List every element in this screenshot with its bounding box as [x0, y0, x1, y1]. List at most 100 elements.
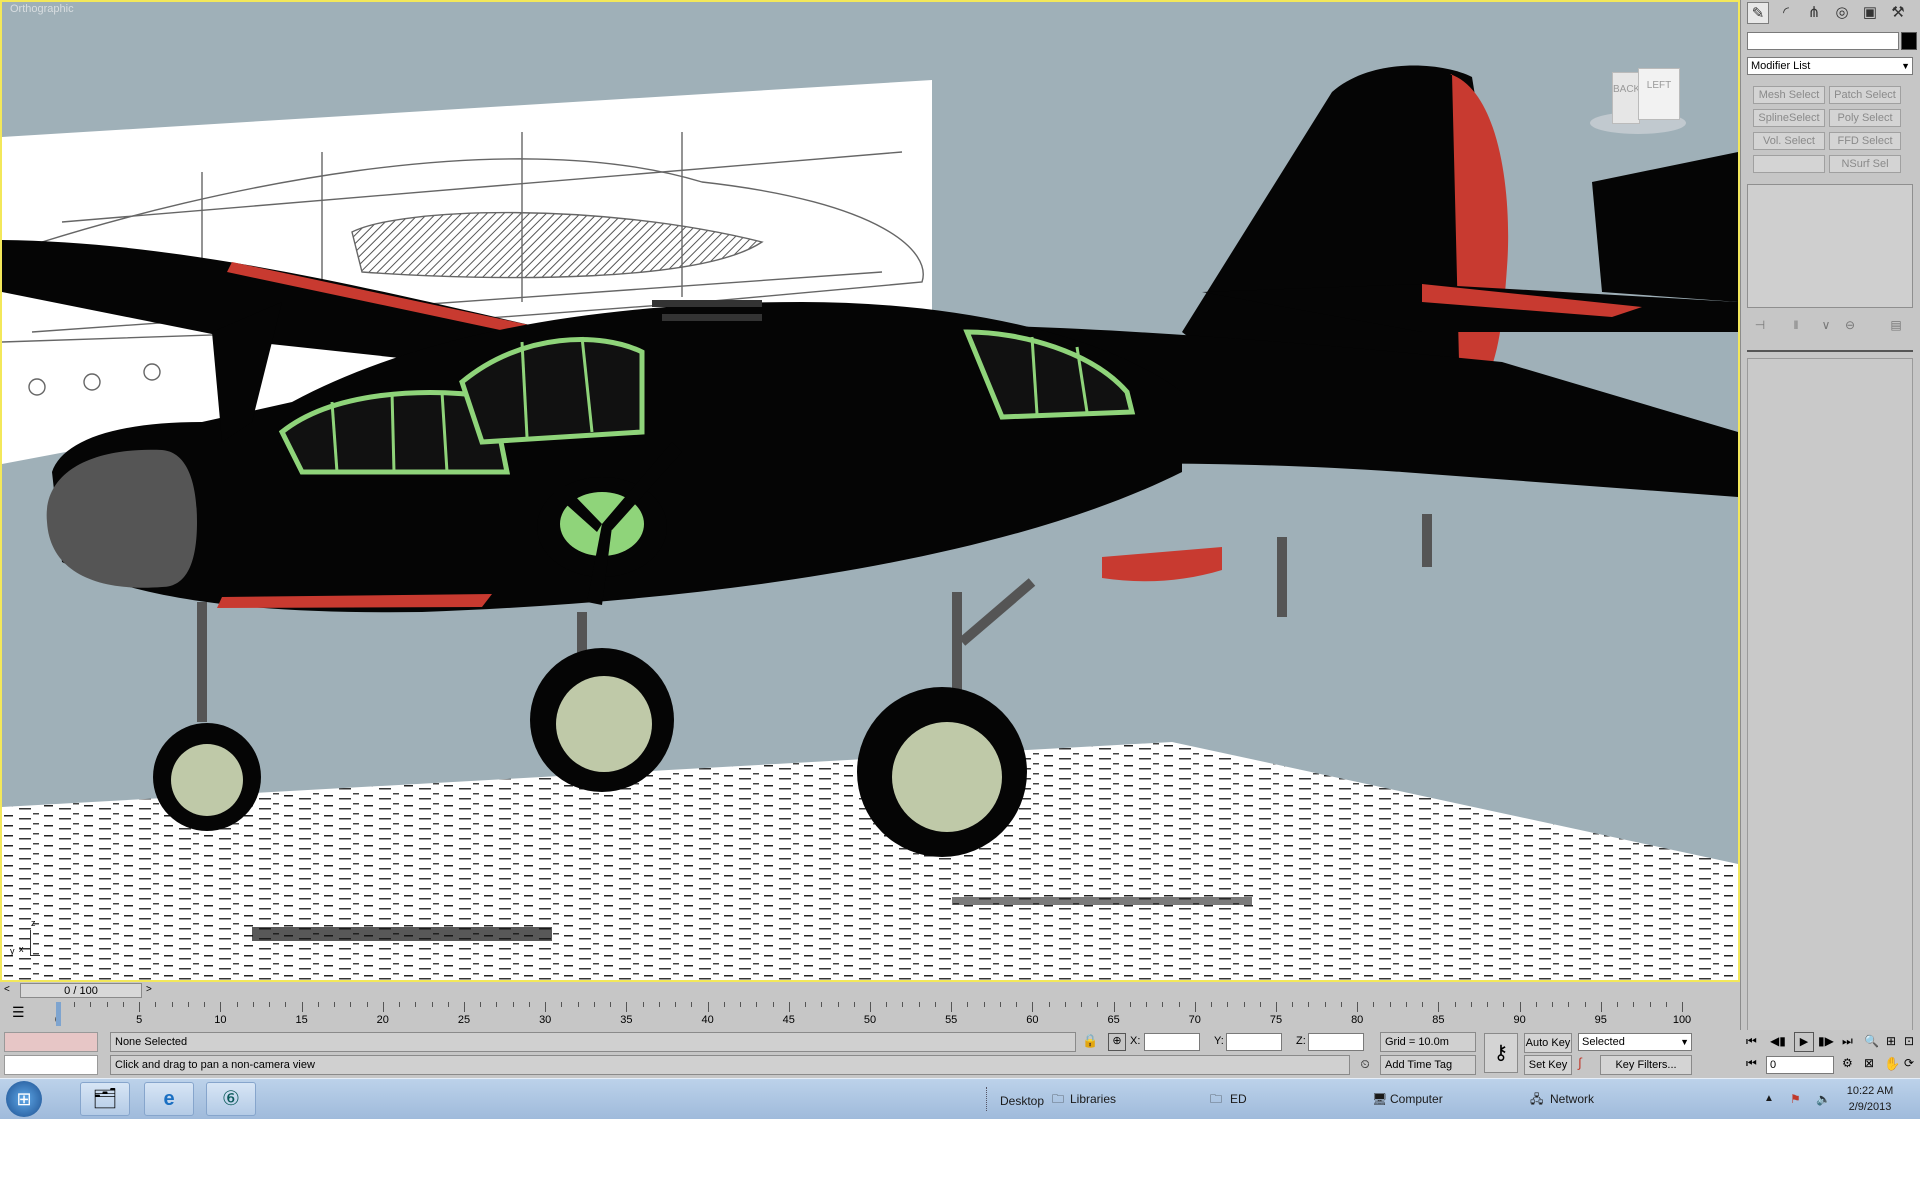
play-icon[interactable]: ▶	[1794, 1032, 1814, 1052]
selection-status: None Selected	[110, 1032, 1076, 1052]
configure-modifier-sets-icon[interactable]: ▤	[1887, 316, 1905, 334]
volume-icon[interactable]: 🔈	[1816, 1079, 1831, 1119]
poly-select-button[interactable]: Poly Select	[1829, 109, 1901, 127]
start-button[interactable]: ⊞	[6, 1081, 42, 1117]
set-key-button[interactable]: Set Key	[1524, 1055, 1572, 1075]
frame-tick	[415, 1002, 417, 1007]
modify-icon[interactable]: ◜	[1775, 2, 1797, 24]
frame-tick	[983, 1002, 985, 1007]
chevron-down-icon: ▼	[1680, 1037, 1689, 1047]
mesh-select-button[interactable]: Mesh Select	[1753, 86, 1825, 104]
action-center-flag-icon[interactable]: ⚑	[1790, 1079, 1801, 1119]
pan-hand-icon[interactable]: ✋	[1884, 1056, 1900, 1072]
frame-tick	[1211, 1002, 1213, 1007]
z-coordinate-field[interactable]	[1308, 1033, 1364, 1051]
network-icon[interactable]: 🖧	[1530, 1079, 1543, 1119]
maxscript-listener-pink[interactable]	[4, 1032, 98, 1052]
show-hidden-icons-icon[interactable]: ▲	[1764, 1079, 1774, 1119]
make-unique-icon[interactable]: ∨	[1817, 316, 1835, 334]
zoom-extents-icon[interactable]: ⊡	[1904, 1034, 1914, 1048]
frame-tick	[756, 1002, 758, 1007]
network-link[interactable]: Network	[1550, 1079, 1594, 1119]
previous-frame-icon[interactable]: ◀▮	[1770, 1034, 1786, 1048]
viewcube-left-face[interactable]: LEFT	[1638, 68, 1680, 120]
absolute-mode-icon[interactable]: ⊕	[1108, 1033, 1126, 1051]
key-tangents-icon[interactable]: ∫	[1578, 1055, 1598, 1075]
frame-tick-label: 60	[1026, 1014, 1039, 1026]
object-color-swatch[interactable]	[1901, 32, 1917, 50]
set-keys-key-icon[interactable]: ⚷	[1484, 1033, 1518, 1073]
modifier-list-dropdown[interactable]: Modifier List ▼	[1747, 57, 1913, 75]
remove-modifier-icon[interactable]: ⊖	[1841, 316, 1859, 334]
frame-tick	[447, 1002, 449, 1007]
nsurf-sel-button[interactable]: NSurf Sel	[1829, 155, 1901, 173]
patch-select-button[interactable]: Patch Select	[1829, 86, 1901, 104]
internet-explorer-taskbar-icon[interactable]: e	[144, 1082, 194, 1116]
frame-tick	[155, 1002, 157, 1007]
libraries-link[interactable]: Libraries	[1070, 1079, 1116, 1119]
x-coordinate-field[interactable]	[1144, 1033, 1200, 1051]
key-mode-dropdown[interactable]: Selected ▼	[1578, 1033, 1692, 1051]
current-frame-marker[interactable]	[56, 1002, 61, 1026]
add-time-tag-button[interactable]: Add Time Tag	[1380, 1055, 1476, 1075]
folder-icon[interactable]: 🗀	[1210, 1079, 1222, 1119]
viewcube[interactable]: BACK LEFT	[1582, 64, 1692, 144]
display-icon[interactable]: ▣	[1859, 2, 1881, 24]
ffd-select-button[interactable]: FFD Select	[1829, 132, 1901, 150]
computer-icon[interactable]: 🖥	[1372, 1079, 1387, 1119]
lock-selection-icon[interactable]: 🔒	[1082, 1033, 1098, 1049]
frame-tick	[528, 1002, 530, 1007]
frame-tick-label: 85	[1432, 1014, 1445, 1026]
viewport-label[interactable]: Orthographic	[10, 3, 74, 15]
ed-folder-link[interactable]: ED	[1230, 1079, 1247, 1119]
auto-key-button[interactable]: Auto Key	[1524, 1033, 1572, 1053]
time-slider-next-icon[interactable]: >	[146, 984, 152, 995]
orbit-icon[interactable]: ⟳	[1904, 1056, 1914, 1070]
empty-modifier-button[interactable]	[1753, 155, 1825, 173]
viewcube-back-face[interactable]: BACK	[1612, 72, 1640, 124]
spline-select-button[interactable]: SplineSelect	[1753, 109, 1825, 127]
frame-tick	[610, 1002, 612, 1007]
zoom-icon[interactable]: 🔍	[1864, 1034, 1879, 1048]
key-mode-toggle-icon[interactable]: ⏮	[1746, 1056, 1757, 1071]
frame-tick	[1470, 1002, 1472, 1007]
current-frame-field[interactable]: 0	[1766, 1056, 1834, 1074]
track-bar[interactable]: ☰ 05101520253035404550556065707580859095…	[0, 1000, 1740, 1030]
desktop-toolbar-label[interactable]: Desktop	[1000, 1081, 1044, 1121]
frame-tick	[740, 1002, 742, 1007]
axis-y-label: y	[10, 946, 15, 956]
show-end-result-icon[interactable]: ‖	[1787, 316, 1805, 334]
frame-tick	[1682, 1002, 1683, 1012]
time-slider-thumb[interactable]: 0 / 100	[20, 983, 142, 998]
motion-icon[interactable]: ◎	[1831, 2, 1853, 24]
time-slider-prev-icon[interactable]: <	[4, 984, 10, 995]
hierarchy-icon[interactable]: ⋔	[1803, 2, 1825, 24]
y-coordinate-field[interactable]	[1226, 1033, 1282, 1051]
frame-tick	[1422, 1002, 1424, 1007]
maxscript-listener-white[interactable]	[4, 1055, 98, 1075]
frame-tick	[1194, 1002, 1196, 1012]
computer-link[interactable]: Computer	[1390, 1079, 1443, 1119]
go-to-end-icon[interactable]: ⏭	[1842, 1034, 1853, 1049]
frame-tick	[464, 1002, 465, 1012]
pin-stack-icon[interactable]: ⊣	[1751, 316, 1769, 334]
create-icon[interactable]: ✎	[1747, 2, 1769, 24]
system-clock[interactable]: 10:22 AM 2/9/2013	[1830, 1083, 1910, 1115]
next-frame-icon[interactable]: ▮▶	[1818, 1034, 1834, 1048]
zoom-all-icon[interactable]: ⊞	[1886, 1034, 1896, 1048]
go-to-start-icon[interactable]: ⏮	[1746, 1034, 1757, 1049]
key-filters-button[interactable]: Key Filters...	[1600, 1055, 1692, 1075]
vol-select-button[interactable]: Vol. Select	[1753, 132, 1825, 150]
utilities-icon[interactable]: ⚒	[1887, 2, 1909, 24]
modifier-stack[interactable]	[1747, 184, 1913, 308]
time-configuration-icon[interactable]: ⚙	[1842, 1056, 1853, 1070]
perspective-viewport[interactable]: Orthographic BACK LEFT z y x	[0, 0, 1740, 982]
field-of-view-icon[interactable]: ⊠	[1864, 1056, 1874, 1070]
time-slider[interactable]: < 0 / 100 >	[0, 982, 1740, 1000]
object-name-field[interactable]	[1747, 32, 1899, 50]
explorer-taskbar-icon[interactable]: 🗂	[80, 1082, 130, 1116]
frame-tick	[1552, 1002, 1554, 1007]
libraries-folder-icon[interactable]: 🗀	[1052, 1079, 1064, 1119]
3dsmax-taskbar-icon[interactable]: ⑥	[206, 1082, 256, 1116]
time-tag-icon[interactable]: ⏲	[1356, 1057, 1374, 1075]
